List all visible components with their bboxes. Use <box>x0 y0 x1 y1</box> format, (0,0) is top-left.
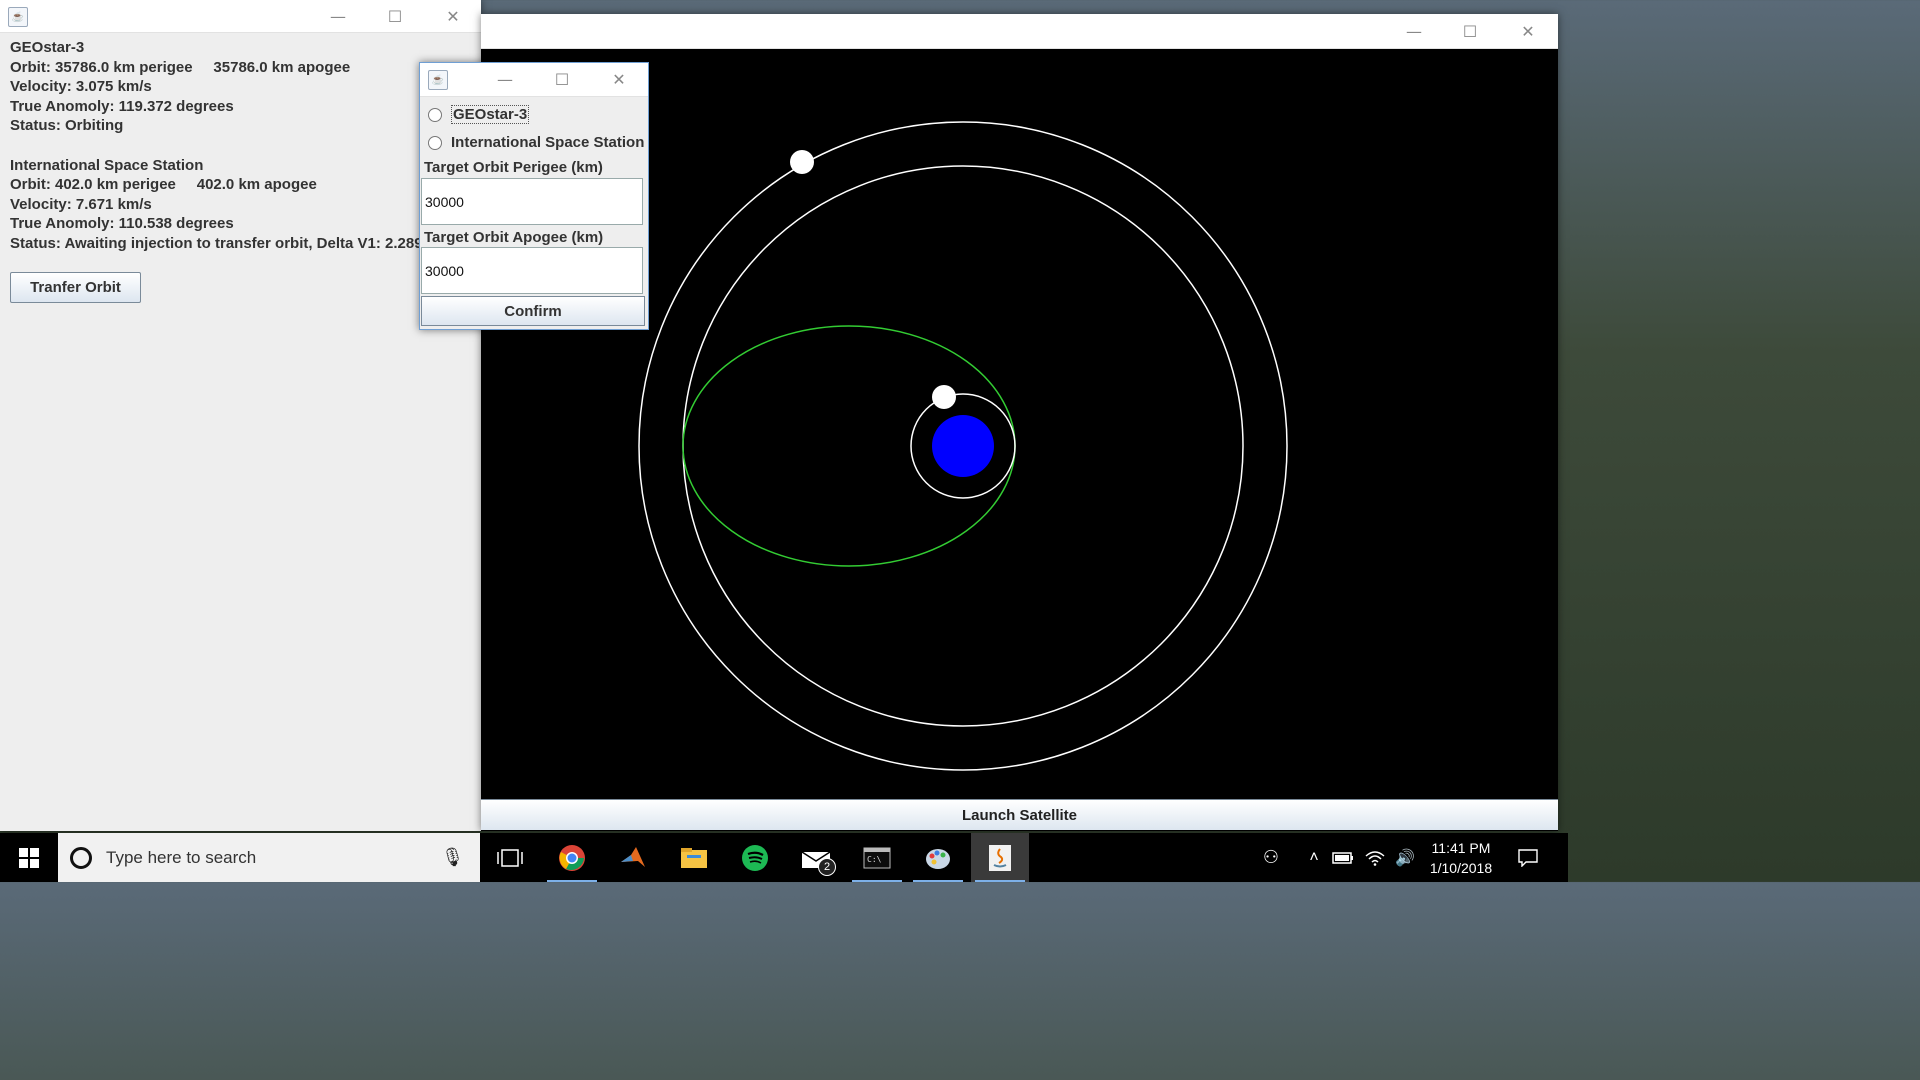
chevron-up-icon[interactable]: ˄ <box>1300 833 1328 882</box>
matlab-icon[interactable] <box>604 833 662 882</box>
satellite-name: International Space Station <box>10 156 204 174</box>
windows-icon <box>19 847 39 868</box>
spotify-icon[interactable] <box>726 833 784 882</box>
info-window-titlebar[interactable]: ☕ — ☐ ✕ <box>0 0 481 33</box>
radio-iss[interactable]: International Space Station <box>428 134 644 151</box>
cortana-icon <box>70 846 92 869</box>
satellite-orbit: Orbit: 35786.0 km perigee 35786.0 km apo… <box>10 58 351 76</box>
search-input[interactable]: Type here to search <box>106 848 256 868</box>
satellite-status: Status: Awaiting injection to transfer o… <box>10 234 423 252</box>
planet-earth <box>932 415 994 477</box>
clock-time: 11:41 PM <box>1431 839 1491 856</box>
launch-satellite-button[interactable]: Launch Satellite <box>481 799 1558 830</box>
mail-badge: 2 <box>818 858 836 876</box>
minimize-button[interactable]: — <box>482 63 528 95</box>
chrome-icon[interactable] <box>543 833 601 882</box>
java-app-icon[interactable] <box>971 833 1029 882</box>
paint-icon[interactable] <box>909 833 967 882</box>
transfer-orbit-dialog: ☕ — ☐ ✕ GEOstar-3 International Space St… <box>419 62 649 330</box>
task-view-icon[interactable] <box>481 833 539 882</box>
satellite-status: Status: Orbiting <box>10 117 124 135</box>
taskbar: Type here to search 🎙 2 C:\ ⚇ ˄ 🔊 11:41 … <box>0 833 1568 882</box>
svg-text:C:\: C:\ <box>867 855 882 864</box>
satellite-name: GEOstar-3 <box>10 39 85 56</box>
close-button[interactable]: ✕ <box>1505 15 1551 47</box>
radio-label: GEOstar-3 <box>451 105 530 124</box>
confirm-button[interactable]: Confirm <box>421 296 645 326</box>
satellite-velocity: Velocity: 3.075 km/s <box>10 78 152 96</box>
clock[interactable]: 11:41 PM 1/10/2018 <box>1420 833 1502 882</box>
radio-button[interactable] <box>428 135 442 150</box>
satellite-geostar <box>790 150 814 174</box>
radio-geostar[interactable]: GEOstar-3 <box>428 105 530 124</box>
search-box[interactable]: Type here to search 🎙 <box>58 833 480 882</box>
start-button[interactable] <box>0 833 58 882</box>
apogee-input[interactable]: 30000 <box>421 247 643 294</box>
close-button[interactable]: ✕ <box>596 63 642 95</box>
satellite-velocity: Velocity: 7.671 km/s <box>10 195 152 213</box>
dialog-titlebar[interactable]: ☕ — ☐ ✕ <box>420 63 648 97</box>
mail-icon[interactable]: 2 <box>787 833 845 882</box>
satellite-info-window: ☕ — ☐ ✕ GEOstar-3 Orbit: 35786.0 km peri… <box>0 0 481 831</box>
transfer-orbit-button[interactable]: Tranfer Orbit <box>10 272 141 303</box>
people-icon[interactable]: ⚇ <box>1252 833 1290 882</box>
orbit-window-titlebar[interactable]: — ☐ ✕ <box>481 14 1558 49</box>
close-button[interactable]: ✕ <box>430 0 476 32</box>
perigee-label: Target Orbit Perigee (km) <box>424 159 603 176</box>
minimize-button[interactable]: — <box>1391 15 1437 47</box>
action-center-icon[interactable] <box>1508 833 1548 882</box>
radio-label: International Space Station <box>451 134 645 151</box>
satellite-anomaly: True Anomoly: 110.538 degrees <box>10 215 234 233</box>
volume-icon[interactable]: 🔊 <box>1390 833 1420 882</box>
java-icon: ☕ <box>428 70 448 90</box>
wifi-icon[interactable] <box>1360 833 1390 882</box>
java-icon: ☕ <box>8 7 28 27</box>
satellite-anomaly: True Anomoly: 119.372 degrees <box>10 97 234 115</box>
satellite-iss <box>932 385 956 409</box>
maximize-button[interactable]: ☐ <box>1447 15 1493 47</box>
maximize-button[interactable]: ☐ <box>372 0 418 32</box>
maximize-button[interactable]: ☐ <box>539 63 585 95</box>
radio-button[interactable] <box>428 107 442 122</box>
satellite-orbit: Orbit: 402.0 km perigee 402.0 km apogee <box>10 176 317 194</box>
microphone-icon[interactable]: 🎙 <box>441 847 464 868</box>
satellite-info-list: GEOstar-3 Orbit: 35786.0 km perigee 3578… <box>10 38 480 254</box>
battery-icon[interactable] <box>1328 833 1358 882</box>
minimize-button[interactable]: — <box>315 0 361 32</box>
terminal-icon[interactable]: C:\ <box>848 833 906 882</box>
file-explorer-icon[interactable] <box>665 833 723 882</box>
clock-date: 1/10/2018 <box>1429 859 1493 876</box>
apogee-label: Target Orbit Apogee (km) <box>424 229 604 246</box>
perigee-input[interactable]: 30000 <box>421 178 643 225</box>
